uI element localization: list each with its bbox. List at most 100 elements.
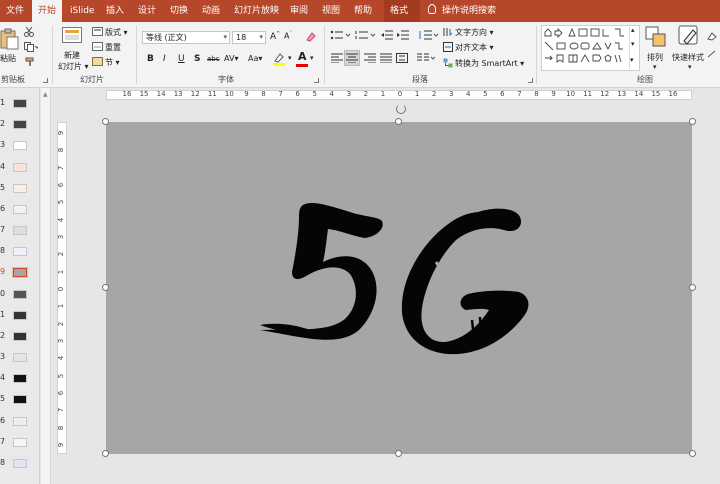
new-slide-label[interactable]: 新建 [64,50,80,61]
highlight-dropdown[interactable]: ▾ [288,54,292,62]
new-slide-label-2[interactable]: 幻灯片 ▾ [58,61,89,72]
thumbnail-slide[interactable]: 4 [0,162,39,174]
italic-button[interactable]: I [163,54,166,64]
thumbnail-slide[interactable]: 3 [0,352,39,364]
thumbnail-slide[interactable]: 8 [0,458,39,470]
tab-help[interactable]: 帮助 [348,0,378,22]
tab-home[interactable]: 开始 [32,0,63,22]
columns-icon[interactable] [417,53,437,63]
highlight-icon[interactable] [272,52,288,66]
tab-animations[interactable]: 动画 [196,0,226,22]
shape-fill-icon[interactable] [706,31,720,41]
clipboard-launcher-icon[interactable] [43,78,48,83]
font-color-button[interactable]: A [298,50,307,63]
shape-outline-icon[interactable] [706,49,720,59]
resize-handle-left[interactable] [102,284,109,291]
font-launcher-icon[interactable] [314,78,319,83]
char-spacing-button[interactable]: AV▾ [224,54,238,63]
resize-handle-right[interactable] [689,284,696,291]
editor-scrollbar[interactable] [712,100,720,484]
thumbnail-slide[interactable]: 6 [0,416,39,428]
thumbnail-slide[interactable]: 1 [0,310,39,322]
clear-formatting-icon[interactable] [305,31,316,42]
grow-font-button[interactable]: A^ [270,31,280,42]
rotate-handle-icon[interactable] [396,104,406,114]
thumbnail-slide-selected[interactable]: 9 [0,267,39,279]
align-right-icon[interactable] [364,53,376,63]
tab-review[interactable]: 审阅 [284,0,314,22]
thumbnail-slide[interactable]: 2 [0,119,39,131]
font-size-combo[interactable]: 18 ▾ [232,31,266,44]
line-spacing-icon[interactable] [418,30,440,40]
smartart-icon[interactable] [443,58,453,68]
text-direction-icon[interactable] [443,27,453,37]
font-color-dropdown[interactable]: ▾ [310,54,314,62]
slide-canvas[interactable]: 5G [106,122,692,454]
tab-islide[interactable]: iSlide [64,0,100,22]
resize-handle-bottom[interactable] [395,450,402,457]
reset-button[interactable]: 重置 [105,42,121,53]
copy-icon[interactable] [24,42,38,52]
strikethrough-button[interactable]: abc [207,55,220,63]
resize-handle-bottom-left[interactable] [102,450,109,457]
reset-icon[interactable] [92,42,103,51]
underline-button[interactable]: U [178,54,185,64]
font-name-combo[interactable]: 等线 (正文) ▾ [142,31,230,44]
numbering-icon[interactable] [355,30,377,40]
chevron-down-icon[interactable]: ▾ [631,40,635,48]
section-icon[interactable] [92,57,103,66]
shapes-gallery-icons[interactable] [543,27,629,69]
change-case-button[interactable]: Aa▾ [248,54,262,63]
thumbnail-slide[interactable]: 0 [0,289,39,301]
thumbnail-slide[interactable]: 7 [0,225,39,237]
paste-icon[interactable] [0,28,20,50]
thumbnail-slide[interactable]: 2 [0,331,39,343]
distributed-icon[interactable] [396,53,408,63]
align-text-button[interactable]: 对齐文本 ▾ [455,42,494,53]
format-painter-icon[interactable] [25,57,35,67]
tab-file[interactable]: 文件 [0,0,30,22]
resize-handle-top-right[interactable] [689,118,696,125]
section-button[interactable]: 节 ▾ [105,57,120,68]
thumbnail-scrollbar[interactable]: ▲ [41,88,51,484]
align-text-icon[interactable] [443,42,453,52]
thumbnail-slide[interactable]: 3 [0,140,39,152]
tab-insert[interactable]: 插入 [100,0,130,22]
text-direction-button[interactable]: 文字方向 ▾ [455,27,494,38]
resize-handle-top-left[interactable] [102,118,109,125]
scroll-up-icon[interactable]: ▲ [43,91,48,98]
quick-styles-icon[interactable] [678,25,700,49]
shrink-font-button[interactable]: Aˇ [284,31,292,41]
arrange-icon[interactable] [645,26,667,48]
resize-handle-top[interactable] [395,118,402,125]
horizontal-ruler[interactable]: 16 15 14 13 12 11 10 9 8 7 6 5 4 3 2 1 0 1 2 3 4 5 6 7 8 9 10 11 12 1… [106,90,692,100]
thumbnail-slide[interactable]: 7 [0,437,39,449]
paragraph-launcher-icon[interactable] [528,78,533,83]
chevron-down-icon[interactable]: ▾ [688,63,692,71]
tab-format[interactable]: 格式 [384,0,420,22]
align-left-icon[interactable] [331,53,343,63]
paste-label[interactable]: 粘贴 [0,53,16,64]
tab-design[interactable]: 设计 [132,0,162,22]
tab-slideshow[interactable]: 幻灯片放映 [228,0,285,22]
brush-5g-artwork[interactable]: 5G [106,122,692,454]
bold-button[interactable]: B [147,54,154,64]
cut-icon[interactable] [24,27,34,37]
thumbnail-slide[interactable]: 1 [0,98,39,110]
thumbnail-slide[interactable]: 6 [0,204,39,216]
bullets-icon[interactable] [330,30,352,40]
justify-icon[interactable] [380,53,392,63]
tell-me-search[interactable]: 操作说明搜索 [428,0,496,22]
vertical-ruler[interactable]: 9 8 7 6 5 4 3 2 1 0 1 2 3 4 5 6 7 8 9 [57,122,67,454]
shadow-button[interactable]: S [194,54,200,64]
smartart-button[interactable]: 转换为 SmartArt ▾ [455,58,524,69]
new-slide-icon[interactable] [62,27,82,43]
tab-transitions[interactable]: 切换 [164,0,194,22]
chevron-up-icon[interactable]: ▴ [631,26,635,34]
layout-icon[interactable] [92,27,103,36]
layout-button[interactable]: 版式 ▾ [105,27,128,38]
thumbnail-slide[interactable]: 4 [0,373,39,385]
resize-handle-bottom-right[interactable] [689,450,696,457]
chevron-down-icon[interactable]: ▾ [653,63,657,71]
thumbnail-slide[interactable]: 5 [0,183,39,195]
